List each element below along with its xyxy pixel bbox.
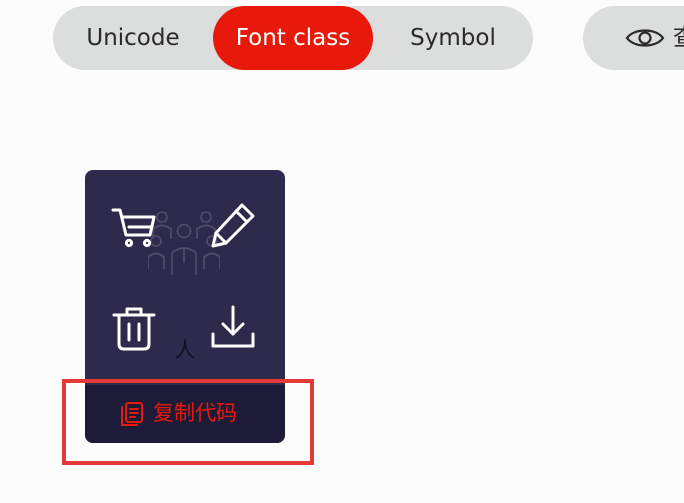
copy-code-button[interactable]: 复制代码	[85, 385, 285, 443]
tab-symbol[interactable]: Symbol	[373, 6, 533, 70]
icon-card[interactable]: 人 复制代码	[85, 170, 285, 443]
pencil-icon[interactable]	[209, 201, 257, 249]
copy-icon	[121, 402, 143, 426]
download-icon[interactable]	[209, 304, 257, 352]
icon-library-view: Unicode Font class Symbol 查	[0, 0, 684, 503]
tab-font-class[interactable]: Font class	[213, 6, 373, 70]
icon-format-tabs: Unicode Font class Symbol	[53, 6, 533, 70]
tab-unicode[interactable]: Unicode	[53, 6, 213, 70]
eye-icon	[625, 29, 665, 47]
copy-code-label: 复制代码	[153, 401, 237, 425]
view-button-label: 查	[673, 6, 684, 70]
view-button[interactable]: 查	[583, 6, 684, 70]
cart-icon[interactable]	[110, 203, 158, 251]
trash-icon[interactable]	[110, 304, 158, 352]
